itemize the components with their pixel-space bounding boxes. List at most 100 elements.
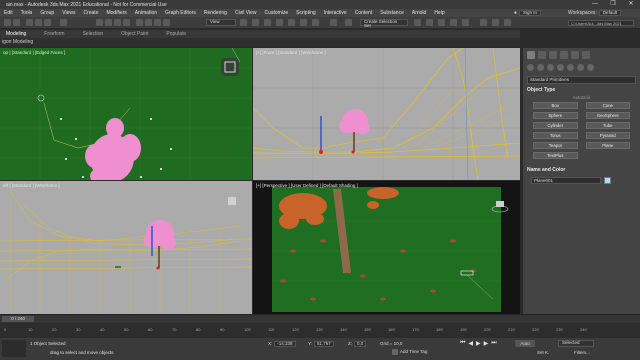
display-tab-icon[interactable] [571, 51, 579, 59]
coord-y-field[interactable]: 51,767 [314, 340, 334, 347]
menu-views[interactable]: Views [58, 10, 79, 16]
object-color-swatch[interactable] [604, 177, 611, 184]
cone-button[interactable]: Cone [585, 102, 630, 109]
spinner-snap-icon[interactable] [312, 19, 319, 26]
viewport-perspective-label[interactable]: [+] [Perspective ] [User Defined ] [Defa… [256, 183, 358, 188]
systems-icon[interactable] [587, 64, 594, 71]
close-button[interactable]: ✕ [622, 0, 640, 9]
render-production-icon[interactable] [504, 19, 511, 26]
tab-freeform[interactable]: Freeform [38, 31, 76, 37]
auto-key-button[interactable]: Auto [515, 340, 535, 347]
motion-tab-icon[interactable] [560, 51, 568, 59]
torus-button[interactable]: Torus [533, 132, 578, 139]
minimize-button[interactable]: — [586, 0, 604, 9]
maximize-button[interactable]: ❐ [604, 0, 622, 9]
cameras-icon[interactable] [557, 64, 564, 71]
redo-icon[interactable] [13, 19, 20, 26]
viewport-top[interactable]: op ] [Standard ] [Edged Faces ] [0, 48, 252, 180]
viewport-top-label[interactable]: op ] [Standard ] [Edged Faces ] [3, 50, 65, 55]
undo-icon[interactable] [4, 19, 11, 26]
time-slider[interactable]: 0 / 240 [0, 314, 640, 323]
reference-coordinate-dropdown[interactable]: View [206, 19, 236, 26]
move-icon[interactable] [136, 19, 143, 26]
pivot-center-icon[interactable] [240, 19, 247, 26]
selection-filter-icon[interactable] [60, 19, 67, 26]
menu-animation[interactable]: Animation [131, 10, 161, 16]
plane-button[interactable]: Plane [585, 142, 630, 149]
select-manipulate-icon[interactable] [252, 19, 259, 26]
geometry-icon[interactable] [527, 64, 534, 71]
coord-x-field[interactable]: -14,338 [274, 340, 296, 347]
viewport-perspective[interactable]: [+] [Perspective ] [User Defined ] [Defa… [253, 181, 520, 314]
link-icon[interactable] [26, 19, 33, 26]
menu-customize[interactable]: Customize [261, 10, 293, 16]
helpers-icon[interactable] [567, 64, 574, 71]
bind-space-warp-icon[interactable] [44, 19, 51, 26]
box-button[interactable]: Box [533, 102, 578, 109]
menu-help[interactable]: Help [430, 10, 448, 16]
menu-rendering[interactable]: Rendering [200, 10, 231, 16]
menu-scripting[interactable]: Scripting [292, 10, 319, 16]
rendered-frame-window-icon[interactable] [492, 19, 499, 26]
menu-graph-editors[interactable]: Graph Editors [161, 10, 200, 16]
workspace-dropdown[interactable]: Default [598, 10, 622, 16]
rectangular-selection-icon[interactable] [114, 19, 121, 26]
menu-group[interactable]: Group [36, 10, 58, 16]
menu-modifiers[interactable]: Modifiers [102, 10, 130, 16]
time-slider-handle[interactable]: 0 / 240 [2, 316, 34, 322]
maxscript-listener[interactable] [2, 340, 26, 357]
menu-content[interactable]: Content [351, 10, 377, 16]
polygon-modeling-label[interactable]: igon Modeling [0, 39, 33, 45]
sphere-button[interactable]: Sphere [533, 112, 578, 119]
object-type-rollout[interactable]: Object Type [527, 87, 636, 93]
percent-snap-icon[interactable] [300, 19, 307, 26]
rotate-icon[interactable] [145, 19, 152, 26]
viewport-front-label[interactable]: [+] [Front ] [Standard ] [Wireframe ] [256, 50, 326, 55]
scene-explorer-icon[interactable] [414, 19, 421, 26]
time-tag-icon[interactable] [392, 349, 398, 355]
sign-in[interactable]: ● Sign In [514, 9, 542, 17]
autogrid-checkbox[interactable]: AutoGrid [523, 95, 640, 100]
mirror-icon[interactable] [345, 19, 352, 26]
project-path[interactable]: C:\Users\Sul...3ds Max 2021 [568, 20, 634, 26]
shapes-icon[interactable] [537, 64, 544, 71]
key-filter-dropdown[interactable]: Selected [558, 340, 594, 347]
utilities-tab-icon[interactable] [582, 51, 590, 59]
layer-explorer-icon[interactable] [426, 19, 433, 26]
selection-set-dropdown[interactable]: Create Selection Set [360, 19, 408, 28]
scale-icon[interactable] [154, 19, 161, 26]
go-to-start-icon[interactable]: ⏮ [460, 340, 465, 347]
menu-create[interactable]: Create [79, 10, 102, 16]
cylinder-button[interactable]: Cylinder [533, 122, 578, 129]
keyboard-shortcut-icon[interactable] [264, 19, 271, 26]
lights-icon[interactable] [547, 64, 554, 71]
tab-populate[interactable]: Populate [160, 31, 198, 37]
track-bar[interactable]: 0 10 20 30 40 50 60 70 80 90 100 110 120… [0, 324, 640, 338]
select-by-name-icon[interactable] [105, 19, 112, 26]
teapot-button[interactable]: Teapot [533, 142, 578, 149]
unlink-icon[interactable] [35, 19, 42, 26]
viewport-front[interactable]: [+] [Front ] [Standard ] [Wireframe ] [253, 48, 520, 180]
geosphere-button[interactable]: GeoSphere [585, 112, 630, 119]
select-object-icon[interactable] [96, 19, 103, 26]
coord-z-field[interactable]: 0,0 [354, 340, 367, 347]
angle-snap-icon[interactable] [288, 19, 295, 26]
primitive-category-dropdown[interactable]: Standard Primitives [527, 76, 636, 84]
material-editor-icon[interactable] [462, 19, 469, 26]
curve-editor-icon[interactable] [438, 19, 445, 26]
play-icon[interactable]: ▶ [476, 340, 481, 347]
name-and-color-rollout[interactable]: Name and Color [527, 167, 636, 173]
edit-named-selection-icon[interactable] [330, 19, 337, 26]
menu-substance[interactable]: Substance [376, 10, 408, 16]
tab-object-paint[interactable]: Object Paint [115, 31, 160, 37]
set-key-button[interactable]: Set K. [537, 350, 549, 355]
menu-interactive[interactable]: Interactive [320, 10, 351, 16]
hierarchy-tab-icon[interactable] [549, 51, 557, 59]
menu-arnold[interactable]: Arnold [408, 10, 430, 16]
tab-modeling[interactable]: Modeling [0, 31, 38, 37]
sign-in-button[interactable]: Sign In [519, 10, 542, 16]
placement-icon[interactable] [163, 19, 170, 26]
pyramid-button[interactable]: Pyramid [585, 132, 630, 139]
schematic-view-icon[interactable] [450, 19, 457, 26]
go-to-end-icon[interactable]: ⏭ [491, 340, 496, 347]
